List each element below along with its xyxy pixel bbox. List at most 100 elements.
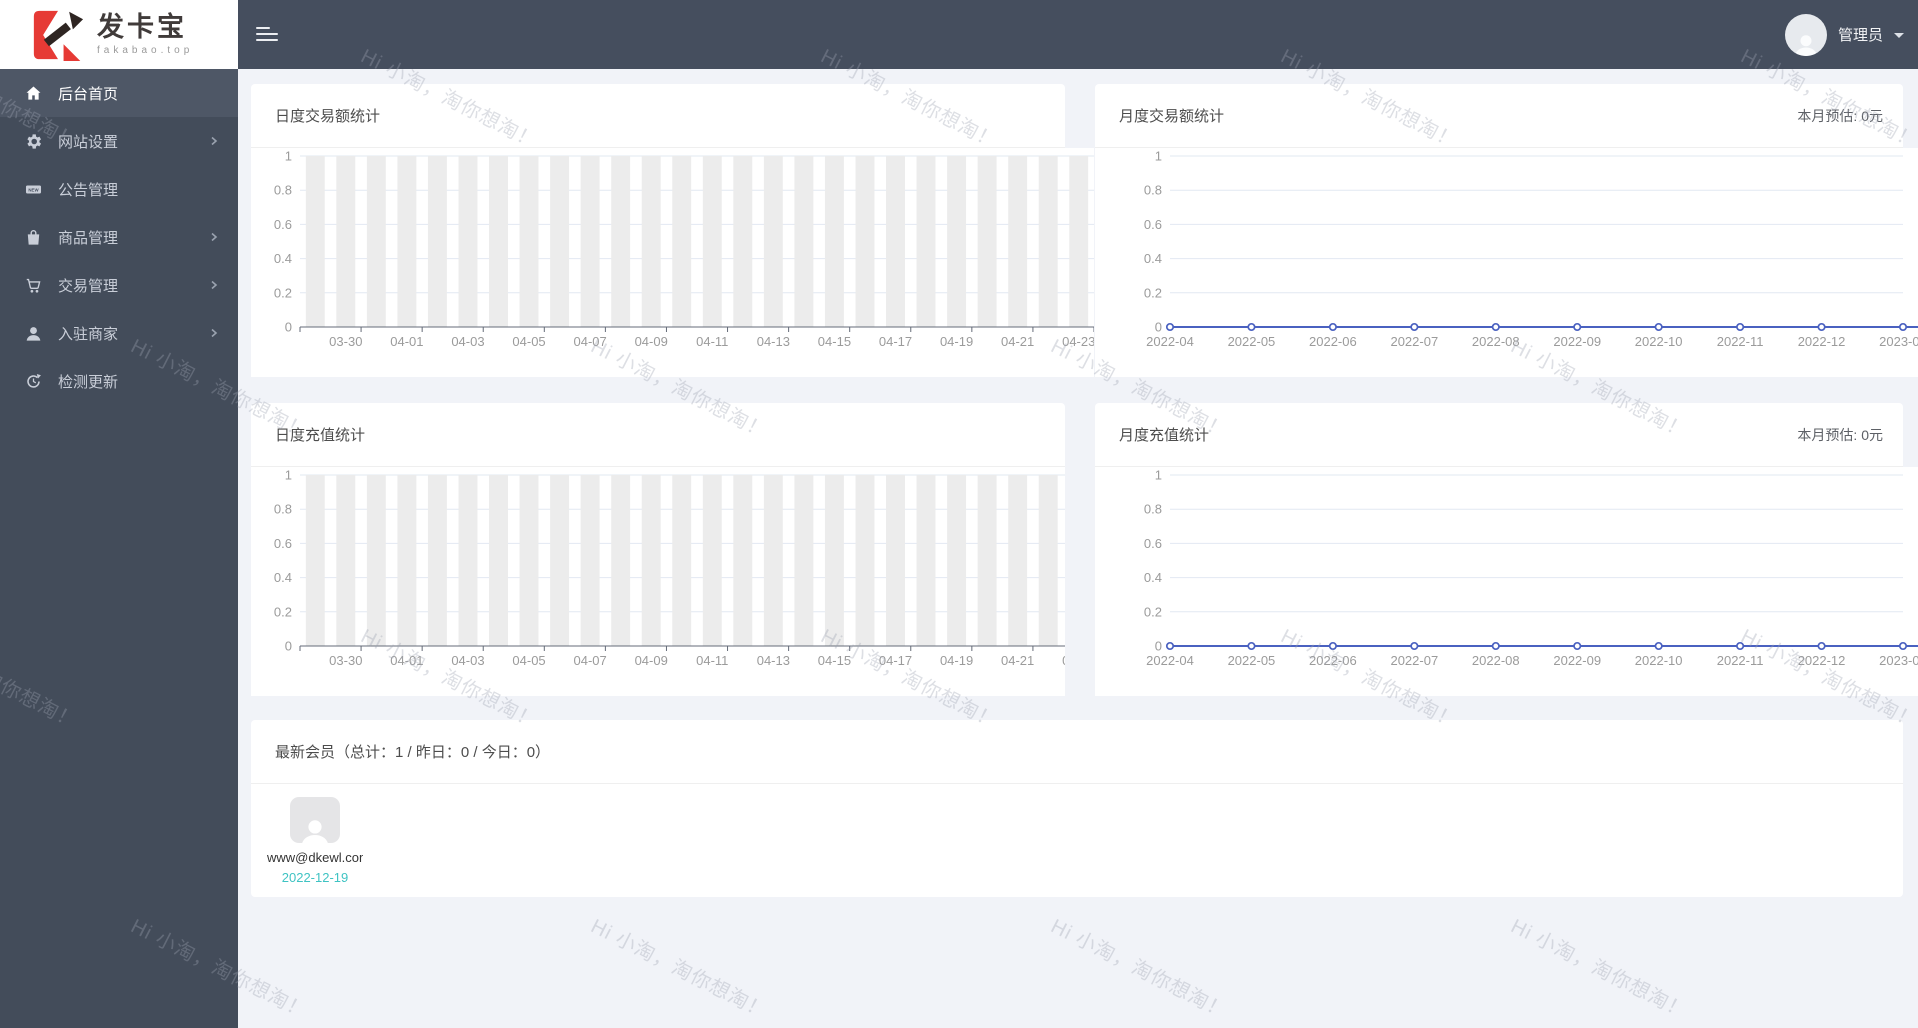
chevron-right-icon	[208, 231, 220, 243]
sidebar-item-label: 入驻商家	[58, 325, 119, 343]
daily-trade-chart[interactable]: 0 0.2 0.4 0.6 0.8 1 03-30 04-01 04-03 04-05 04-07 0…	[251, 148, 1094, 377]
chevron-right-icon	[208, 327, 220, 339]
member-item[interactable]: www@dkewl.com 2022-12-19	[265, 797, 365, 885]
sidebar-item-cart[interactable]: 交易管理	[0, 261, 238, 309]
gear-icon	[24, 132, 43, 151]
svg-text:2022-07: 2022-07	[1390, 653, 1438, 668]
announcement-icon: NEW	[24, 180, 43, 199]
card-monthly-trade: 月度交易额统计 本月预估: 0元 0 0.2 0.4 0.6 0.8 1 2022-04 20…	[1095, 84, 1918, 377]
user-dropdown[interactable]: 管理员	[1784, 0, 1904, 69]
topbar: 管理员	[0, 0, 1918, 69]
svg-text:0.2: 0.2	[274, 604, 292, 619]
card-header: 最新会员（总计：1 / 昨日：0 / 今日：0）	[251, 720, 1903, 784]
daily-recharge-chart[interactable]: 0 0.2 0.4 0.6 0.8 1 03-30 04-01 04-03 04-05 04-07 0…	[251, 467, 1065, 696]
merchant-icon	[24, 324, 43, 343]
card-daily-trade: 日度交易额统计 0 0.2 0.4 0.6 0.8 1 03-30 04-01 04-03 04-…	[251, 84, 1094, 377]
svg-text:0.2: 0.2	[1144, 604, 1162, 619]
svg-text:0.6: 0.6	[274, 217, 292, 232]
svg-text:0: 0	[285, 639, 292, 654]
sidebar-item-label: 网站设置	[58, 133, 119, 151]
chevron-right-icon	[208, 279, 220, 291]
sidebar-item-label: 检测更新	[58, 373, 119, 391]
svg-text:NEW: NEW	[28, 187, 39, 192]
card-title: 最新会员（总计：1 / 昨日：0 / 今日：0）	[275, 744, 551, 761]
svg-text:04-05: 04-05	[512, 653, 545, 668]
svg-text:04-09: 04-09	[635, 653, 668, 668]
svg-text:0.8: 0.8	[1144, 183, 1162, 198]
sidebar-item-label: 交易管理	[58, 277, 119, 295]
menu-toggle-button[interactable]	[256, 27, 278, 41]
logo[interactable]: 发卡宝 fakabao.top	[0, 0, 238, 69]
user-name: 管理员	[1837, 27, 1883, 44]
sidebar-item-announcement[interactable]: NEW 公告管理	[0, 165, 238, 213]
svg-text:2022-05: 2022-05	[1228, 653, 1276, 668]
svg-text:2022-09: 2022-09	[1553, 334, 1601, 349]
sidebar-item-update[interactable]: 检测更新	[0, 357, 238, 405]
svg-text:04-01: 04-01	[390, 334, 423, 349]
card-header: 日度交易额统计	[251, 84, 1065, 148]
sidebar-item-bag[interactable]: 商品管理	[0, 213, 238, 261]
bag-icon	[24, 228, 43, 247]
svg-text:1: 1	[1155, 468, 1162, 483]
monthly-estimate: 本月预估: 0元	[1797, 426, 1883, 443]
monthly-estimate: 本月预估: 0元	[1797, 107, 1883, 124]
svg-text:04-03: 04-03	[451, 653, 484, 668]
brand-logo-icon	[33, 10, 84, 61]
svg-text:0.2: 0.2	[1144, 285, 1162, 300]
svg-text:04-17: 04-17	[879, 334, 912, 349]
monthly-trade-chart[interactable]: 0 0.2 0.4 0.6 0.8 1 2022-04 2022-05 2022-06 2022-…	[1095, 148, 1918, 377]
svg-text:2022-06: 2022-06	[1309, 334, 1357, 349]
svg-text:0.8: 0.8	[274, 183, 292, 198]
monthly-recharge-chart[interactable]: 0 0.2 0.4 0.6 0.8 1 2022-04 2022-05 2022-06 2022-…	[1095, 467, 1918, 696]
brand-name: 发卡宝	[97, 11, 187, 42]
svg-text:2022-04: 2022-04	[1146, 653, 1194, 668]
svg-text:2022-05: 2022-05	[1228, 334, 1276, 349]
svg-text:04-01: 04-01	[390, 653, 423, 668]
card-title: 月度充值统计	[1119, 427, 1210, 444]
update-icon	[24, 372, 43, 391]
sidebar-item-label: 后台首页	[58, 85, 119, 103]
svg-text:2022-11: 2022-11	[1717, 653, 1764, 668]
svg-text:04-11: 04-11	[696, 653, 728, 668]
svg-text:2022-04: 2022-04	[1146, 334, 1194, 349]
svg-text:04-19: 04-19	[940, 334, 973, 349]
svg-text:2022-12: 2022-12	[1798, 334, 1846, 349]
svg-text:0.4: 0.4	[274, 570, 292, 585]
svg-text:0: 0	[285, 320, 292, 335]
svg-text:0.6: 0.6	[1144, 536, 1162, 551]
sidebar-item-home[interactable]: 后台首页	[0, 69, 238, 117]
brand-domain: fakabao.top	[97, 44, 194, 56]
svg-text:1: 1	[1155, 149, 1162, 164]
svg-text:03-30: 03-30	[329, 334, 362, 349]
svg-text:0.8: 0.8	[274, 502, 292, 517]
svg-text:04-17: 04-17	[879, 653, 912, 668]
svg-text:1: 1	[285, 149, 292, 164]
card-daily-recharge: 日度充值统计 0 0.2 0.4 0.6 0.8 1 03-30 04-01 04-03 04-0…	[251, 403, 1065, 696]
svg-text:0.6: 0.6	[1144, 217, 1162, 232]
card-monthly-recharge: 月度充值统计 本月预估: 0元 0 0.2 0.4 0.6 0.8 1 2022-04 202…	[1095, 403, 1918, 696]
svg-text:04-15: 04-15	[818, 653, 851, 668]
svg-text:04-23: 04-23	[1062, 653, 1065, 668]
card-header: 日度充值统计	[251, 403, 1065, 467]
person-icon	[302, 820, 328, 843]
svg-text:2022-07: 2022-07	[1390, 334, 1438, 349]
hamburger-icon	[256, 27, 270, 29]
svg-text:0: 0	[1155, 320, 1162, 335]
sidebar: 发卡宝 fakabao.top 后台首页网站设置 NEW 公告管理 商品管理交易管理入…	[0, 0, 238, 1028]
svg-text:1: 1	[285, 468, 292, 483]
svg-text:04-19: 04-19	[940, 653, 973, 668]
member-avatar	[290, 797, 340, 843]
card-title: 月度交易额统计	[1119, 108, 1225, 125]
svg-text:04-07: 04-07	[573, 653, 606, 668]
sidebar-item-merchant[interactable]: 入驻商家	[0, 309, 238, 357]
svg-text:04-09: 04-09	[635, 334, 668, 349]
svg-text:2023-01: 2023-01	[1879, 334, 1918, 349]
svg-text:04-07: 04-07	[573, 334, 606, 349]
sidebar-item-gear[interactable]: 网站设置	[0, 117, 238, 165]
svg-text:04-05: 04-05	[512, 334, 545, 349]
card-latest-members: 最新会员（总计：1 / 昨日：0 / 今日：0） www@dkewl.com 20…	[251, 720, 1903, 897]
svg-text:04-21: 04-21	[1001, 334, 1034, 349]
svg-text:0.4: 0.4	[274, 251, 292, 266]
svg-text:2022-06: 2022-06	[1309, 653, 1357, 668]
card-header: 月度充值统计 本月预估: 0元	[1095, 403, 1903, 467]
